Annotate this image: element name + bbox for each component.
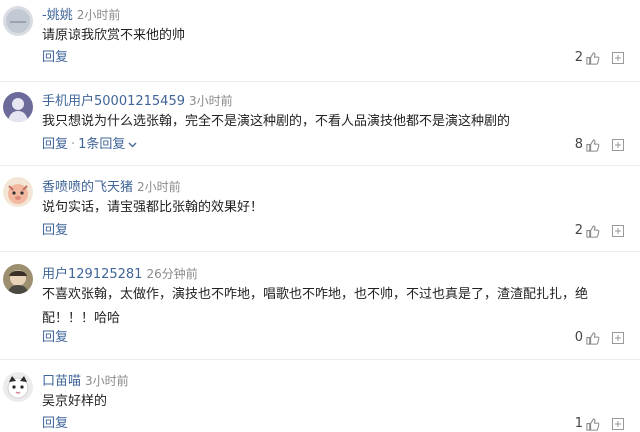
like-button[interactable]: 0 [575, 330, 600, 346]
comment-text: 我只想说为什么选张翰，完全不是演这种剧的，不看人品演技他都不是演这种剧的 [42, 114, 511, 129]
reply-button[interactable]: 回复 [42, 330, 68, 345]
comment-meta: 口苗喵 3小时前 [42, 373, 129, 390]
like-count: 8 [574, 137, 583, 152]
username-link[interactable]: 手机用户50001215459 [42, 94, 185, 109]
comment-actions: 回复 · 1条回复 [42, 137, 137, 153]
comment-text: 说句实话，请宝强都比张翰的效果好！ [42, 200, 264, 215]
avatar[interactable] [3, 92, 33, 122]
comment-meta: 香喷喷的飞天猪 2小时前 [42, 179, 181, 196]
reply-button[interactable]: 回复 [42, 50, 68, 65]
like-count: 0 [574, 330, 583, 345]
comment-item: -姚姚 2小时前 请原谅我欣赏不来他的帅 回复 2 [0, 0, 640, 82]
view-replies-link[interactable]: 1条回复 [78, 137, 125, 152]
username-link[interactable]: 香喷喷的飞天猪 [42, 180, 133, 195]
more-options-icon[interactable] [612, 418, 624, 430]
more-options-icon[interactable] [612, 332, 624, 344]
timestamp: 2小时前 [137, 180, 181, 194]
like-button[interactable]: 1 [575, 416, 600, 432]
avatar[interactable] [3, 264, 33, 294]
comment-actions: 回复 [42, 50, 68, 66]
timestamp: 3小时前 [188, 94, 233, 108]
thumbs-up-icon [586, 51, 600, 65]
avatar[interactable] [3, 177, 33, 207]
reply-button[interactable]: 回复 [42, 137, 68, 152]
like-count: 2 [574, 50, 583, 65]
comment-meta: 手机用户50001215459 3小时前 [42, 93, 233, 110]
comment-actions: 回复 [42, 330, 68, 346]
comment-list: -姚姚 2小时前 请原谅我欣赏不来他的帅 回复 2 手机用户50001215459… [0, 0, 640, 432]
thumbs-up-icon [586, 331, 600, 345]
comment-item: 用户129125281 26分钟前 不喜欢张翰，太做作，演技也不咋地，唱歌也不咋地… [0, 252, 640, 360]
more-options-icon[interactable] [612, 225, 624, 237]
more-options-icon[interactable] [612, 139, 624, 151]
more-options-icon[interactable] [612, 52, 624, 64]
avatar[interactable] [3, 6, 33, 36]
avatar[interactable] [3, 372, 33, 402]
like-count: 1 [574, 416, 583, 431]
like-count: 2 [574, 223, 583, 238]
thumbs-up-icon [586, 417, 600, 431]
comment-text: 吴京好样的 [42, 394, 108, 409]
username-link[interactable]: 口苗喵 [42, 374, 81, 389]
comment-item: 口苗喵 3小时前 吴京好样的 回复 1 [0, 360, 640, 432]
timestamp: 26分钟前 [146, 267, 198, 281]
comment-meta: 用户129125281 26分钟前 [42, 266, 198, 283]
comment-text: 请原谅我欣赏不来他的帅 [42, 28, 186, 43]
chevron-down-icon [128, 142, 137, 147]
comment-actions: 回复 [42, 416, 68, 432]
timestamp: 2小时前 [76, 8, 121, 22]
comment-actions: 回复 [42, 223, 68, 239]
comment-item: 香喷喷的飞天猪 2小时前 说句实话，请宝强都比张翰的效果好！ 回复 2 [0, 166, 640, 252]
username-link[interactable]: -姚姚 [42, 8, 73, 23]
comment-text: 不喜欢张翰，太做作，演技也不咋地，唱歌也不咋地，也不帅，不过也真是了，渣渣配扎扎… [42, 287, 589, 326]
like-button[interactable]: 2 [575, 50, 600, 66]
like-button[interactable]: 8 [575, 137, 600, 153]
like-button[interactable]: 2 [575, 223, 600, 239]
comment-item: 手机用户50001215459 3小时前 我只想说为什么选张翰，完全不是演这种剧的… [0, 82, 640, 166]
comment-meta: -姚姚 2小时前 [42, 7, 120, 24]
thumbs-up-icon [586, 224, 600, 238]
username-link[interactable]: 用户129125281 [42, 267, 142, 282]
thumbs-up-icon [586, 138, 600, 152]
timestamp: 3小时前 [85, 374, 129, 388]
reply-button[interactable]: 回复 [42, 223, 68, 238]
